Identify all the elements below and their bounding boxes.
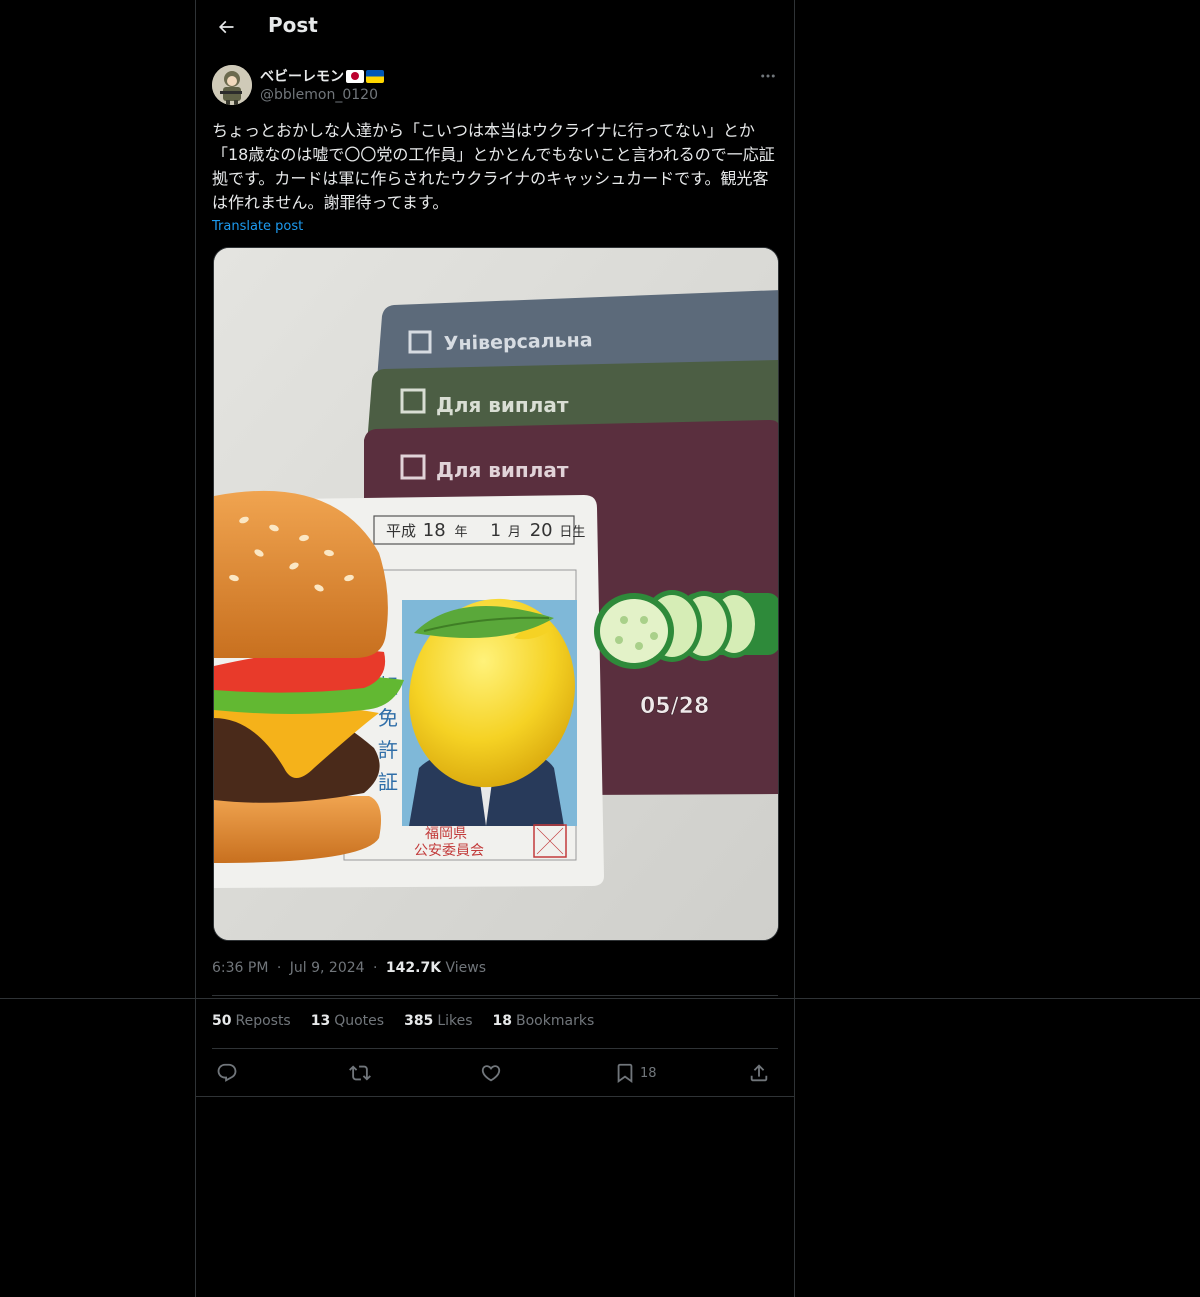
back-button[interactable] (208, 9, 244, 45)
repost-icon (349, 1065, 371, 1081)
bookmark-count: 18 (640, 1065, 657, 1081)
post-text: ちょっとおかしな人達から「こいつは本当はウクライナに行ってない」とか「18歳なの… (212, 121, 775, 212)
share-icon (750, 1064, 768, 1082)
bookmark-icon (617, 1063, 633, 1084)
meta-separator: · (276, 960, 282, 976)
reply-button[interactable] (216, 1058, 238, 1088)
action-bar: 18 (212, 1058, 778, 1088)
license-side-char-2: 免 (378, 706, 398, 730)
author-name[interactable]: ベビーレモン (260, 66, 384, 86)
reply-icon (217, 1063, 237, 1082)
back-arrow-icon (218, 20, 234, 34)
page-header: Post (196, 0, 794, 54)
bookmarks-stat[interactable]: 18 Bookmarks (493, 1013, 595, 1029)
views-label: Views (445, 960, 487, 976)
license-issuer-line1: 福岡県 (425, 826, 467, 842)
reposts-stat[interactable]: 50 Reposts (212, 1013, 291, 1029)
translate-post-link[interactable]: Translate post (212, 219, 303, 234)
license-side-char-3: 許 (378, 738, 398, 762)
card2-label: Для виплат (436, 393, 569, 417)
post-date[interactable]: Jul 9, 2024 (290, 960, 365, 976)
main-column: Post ベビーレモン @bblemon_0120 ちょっとおかしな人達から「こ… (195, 0, 795, 1297)
post-time[interactable]: 6:36 PM (212, 960, 268, 976)
post-image[interactable]: Універсальна Для виплат Для виплат 05/28… (213, 247, 779, 941)
more-dots-icon (761, 74, 775, 78)
likes-stat[interactable]: 385 Likes (404, 1013, 472, 1029)
avatar[interactable] (212, 65, 252, 105)
japan-flag-icon (346, 69, 364, 83)
post-stats: 50 Reposts 13 Quotes 385 Likes 18 Bookmarks (212, 1013, 594, 1029)
like-button[interactable] (480, 1058, 502, 1088)
author-handle[interactable]: @bblemon_0120 (260, 87, 378, 103)
quotes-stat[interactable]: 13 Quotes (311, 1013, 384, 1029)
repost-button[interactable] (349, 1058, 371, 1088)
license-issuer-line2: 公安委員会 (414, 843, 484, 859)
author-display-name: ベビーレモン (260, 69, 344, 85)
more-options-button[interactable] (756, 64, 780, 88)
views-count: 142.7K (385, 960, 442, 976)
card3-label: Для виплат (436, 458, 569, 482)
card1-label: Універсальна (444, 329, 593, 355)
divider (212, 1048, 778, 1049)
license-side-char-4: 証 (378, 770, 398, 794)
share-button[interactable] (748, 1058, 770, 1088)
page-title: Post (268, 13, 318, 37)
divider (0, 998, 1200, 999)
card-expiry: 05/28 (640, 694, 709, 719)
ukraine-flag-icon (366, 69, 384, 83)
post-meta: 6:36 PM · Jul 9, 2024 · 142.7K Views (212, 960, 486, 976)
divider (212, 995, 778, 996)
meta-separator: · (373, 960, 378, 976)
divider (196, 1096, 794, 1097)
bookmark-button[interactable]: 18 (614, 1058, 657, 1088)
heart-icon (481, 1065, 501, 1082)
